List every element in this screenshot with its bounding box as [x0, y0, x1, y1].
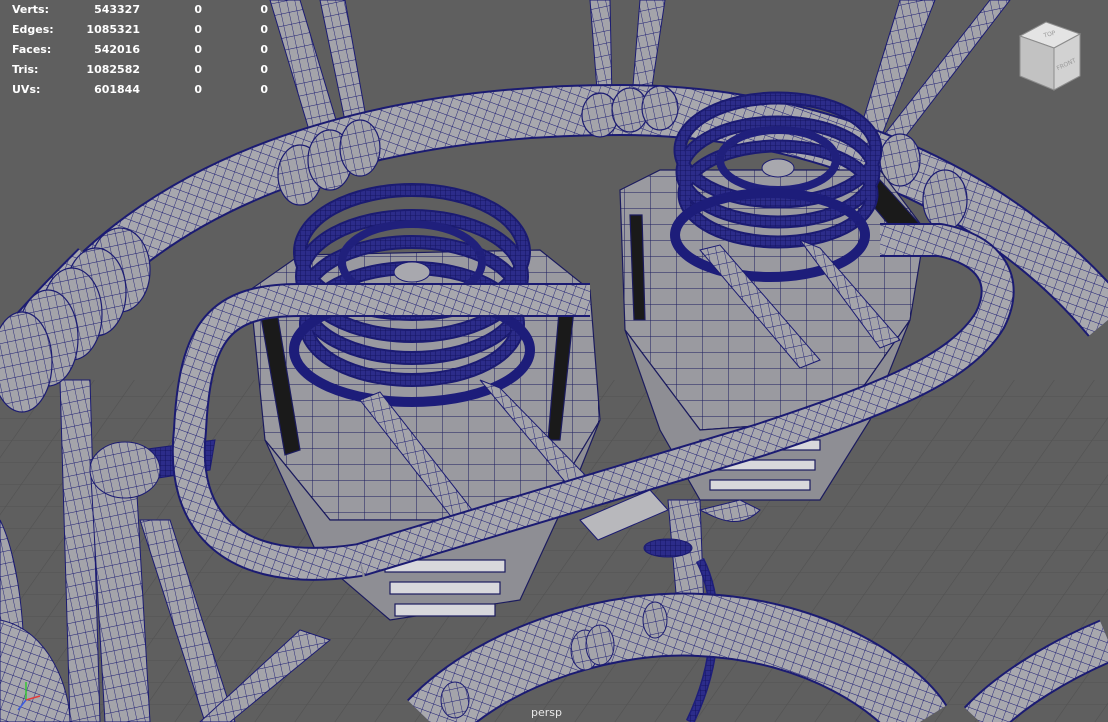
hud-label: Verts: — [12, 3, 50, 16]
hud-selected: 0 — [194, 83, 202, 96]
hud-label: Faces: — [12, 43, 52, 56]
hud-count: 0 — [260, 23, 268, 36]
hud-total: 542016 — [94, 43, 140, 56]
hud-label: Tris: — [12, 63, 39, 76]
hud-selected: 0 — [194, 3, 202, 16]
hud-count: 0 — [260, 3, 268, 16]
hud-selected: 0 — [194, 23, 202, 36]
hud-total: 543327 — [94, 3, 140, 16]
poly-count-hud: Verts: 543327 0 0 Edges: 1085321 0 0 Fac… — [12, 0, 272, 100]
camera-label: persp — [531, 706, 562, 719]
hud-total: 601844 — [94, 83, 140, 96]
hud-row-uvs: UVs: 601844 0 0 — [12, 80, 272, 100]
hud-label: UVs: — [12, 83, 41, 96]
hud-count: 0 — [260, 83, 268, 96]
hud-row-verts: Verts: 543327 0 0 — [12, 0, 272, 20]
hud-row-tris: Tris: 1082582 0 0 — [12, 60, 272, 80]
scene-wireframe[interactable] — [0, 0, 1108, 722]
hud-count: 0 — [260, 63, 268, 76]
axis-gizmo-icon — [17, 682, 41, 711]
hud-selected: 0 — [194, 43, 202, 56]
hud-label: Edges: — [12, 23, 54, 36]
hud-row-edges: Edges: 1085321 0 0 — [12, 20, 272, 40]
hud-total: 1085321 — [86, 23, 140, 36]
hud-total: 1082582 — [86, 63, 140, 76]
hud-count: 0 — [260, 43, 268, 56]
hud-row-faces: Faces: 542016 0 0 — [12, 40, 272, 60]
view-cube-icon[interactable]: TOP FRONT — [1016, 18, 1084, 94]
viewport-persp[interactable]: Verts: 543327 0 0 Edges: 1085321 0 0 Fac… — [0, 0, 1108, 722]
hud-selected: 0 — [194, 63, 202, 76]
